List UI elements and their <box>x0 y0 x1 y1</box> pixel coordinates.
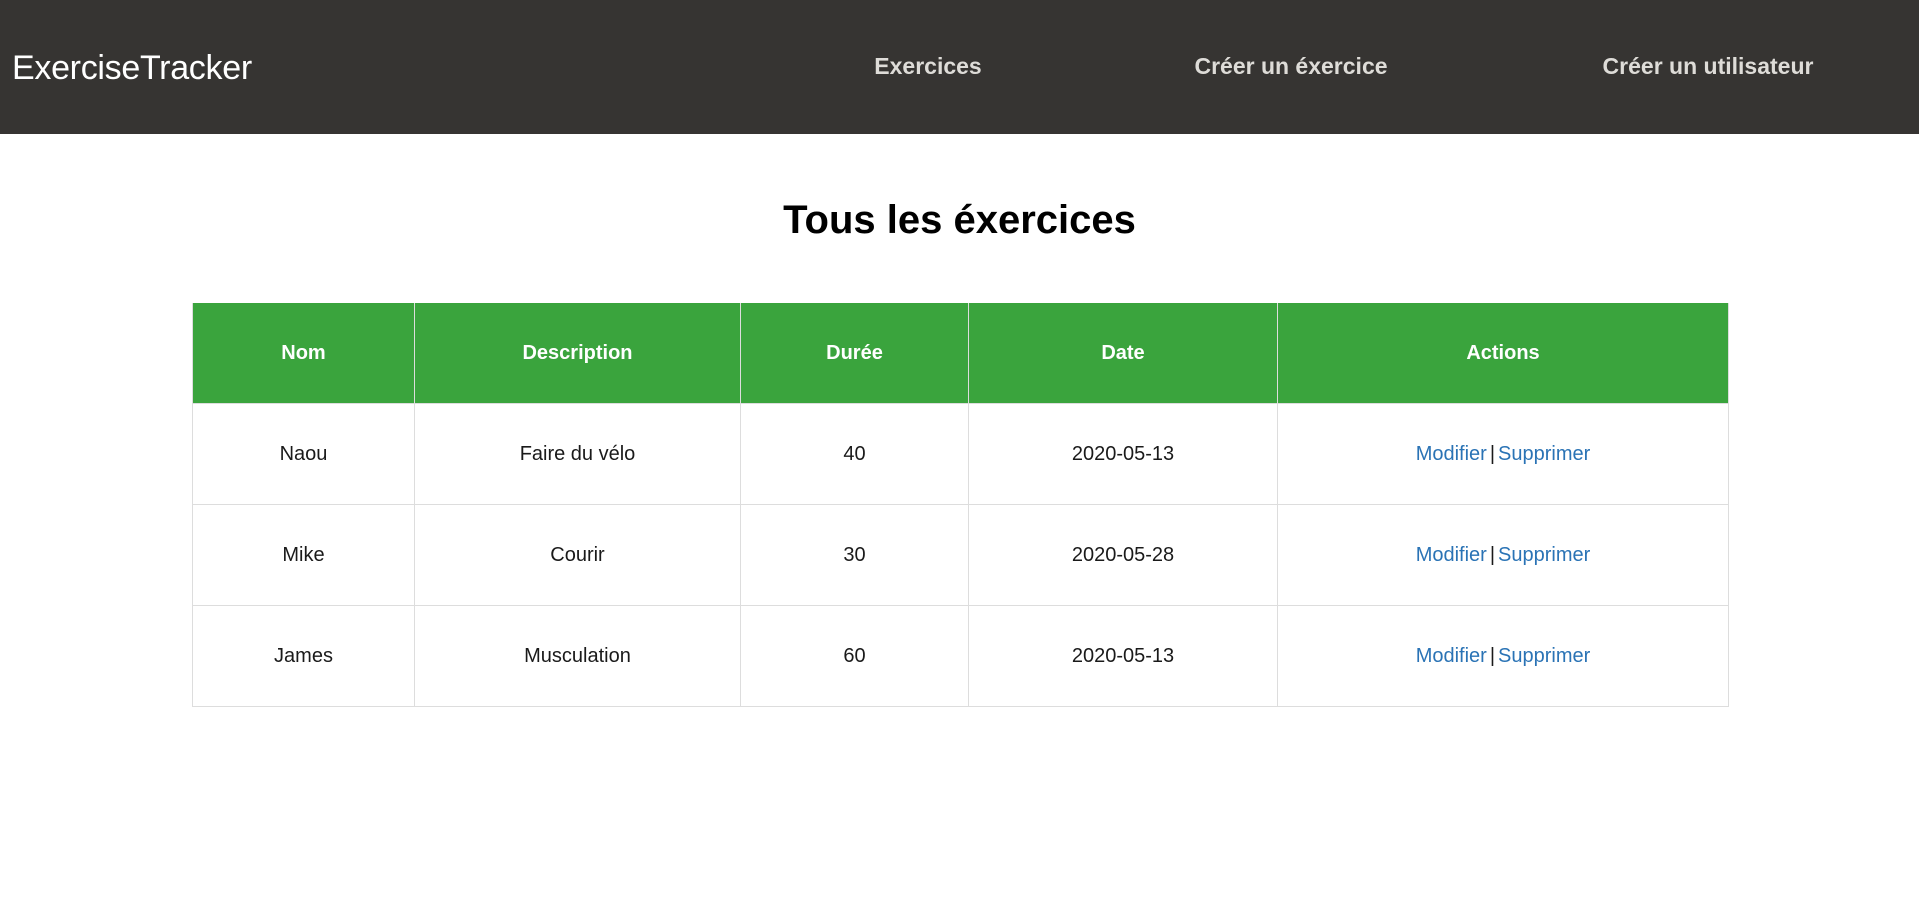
navbar: ExerciseTracker Exercices Créer un éxerc… <box>0 0 1919 134</box>
table-header-row: Nom Description Durée Date Actions <box>192 303 1729 404</box>
cell-date: 2020-05-13 <box>968 605 1278 707</box>
nav-link-create-user[interactable]: Créer un utilisateur <box>1603 50 1814 82</box>
column-header-nom: Nom <box>192 303 415 404</box>
edit-link[interactable]: Modifier <box>1416 645 1487 667</box>
page-title: Tous les éxercices <box>783 198 1136 242</box>
column-header-date: Date <box>968 303 1278 404</box>
delete-link[interactable]: Supprimer <box>1498 645 1590 667</box>
column-header-description: Description <box>414 303 741 404</box>
cell-description: Musculation <box>414 605 741 707</box>
column-header-actions: Actions <box>1277 303 1729 404</box>
nav-link-create-exercise[interactable]: Créer un éxercice <box>1194 50 1387 82</box>
action-separator: | <box>1489 543 1496 566</box>
cell-nom: James <box>192 605 415 707</box>
cell-date: 2020-05-13 <box>968 403 1278 505</box>
table-row: Mike Courir 30 2020-05-28 Modifier | Suppr… <box>192 504 1729 606</box>
edit-link[interactable]: Modifier <box>1416 443 1487 465</box>
delete-link[interactable]: Supprimer <box>1498 544 1590 566</box>
cell-actions: Modifier | Supprimer <box>1277 403 1729 505</box>
exercises-table: Nom Description Durée Date Actions Naou … <box>192 303 1729 707</box>
edit-link[interactable]: Modifier <box>1416 544 1487 566</box>
table-row: James Musculation 60 2020-05-13 Modifier… <box>192 605 1729 707</box>
cell-nom: Naou <box>192 403 415 505</box>
nav-link-exercices[interactable]: Exercices <box>874 50 981 82</box>
action-separator: | <box>1489 644 1496 667</box>
brand-link[interactable]: ExerciseTracker <box>12 46 252 90</box>
cell-duree: 30 <box>740 504 969 606</box>
table-row: Naou Faire du vélo 40 2020-05-13 Modifie… <box>192 403 1729 505</box>
cell-description: Courir <box>414 504 741 606</box>
cell-duree: 60 <box>740 605 969 707</box>
action-separator: | <box>1489 442 1496 465</box>
cell-date: 2020-05-28 <box>968 504 1278 606</box>
cell-duree: 40 <box>740 403 969 505</box>
delete-link[interactable]: Supprimer <box>1498 443 1590 465</box>
cell-description: Faire du vélo <box>414 403 741 505</box>
cell-nom: Mike <box>192 504 415 606</box>
cell-actions: Modifier | Supprimer <box>1277 504 1729 606</box>
column-header-duree: Durée <box>740 303 969 404</box>
cell-actions: Modifier | Supprimer <box>1277 605 1729 707</box>
